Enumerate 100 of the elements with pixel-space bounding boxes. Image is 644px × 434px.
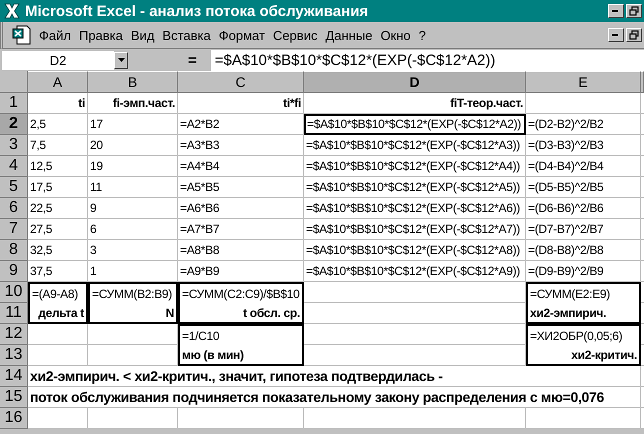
table-cell[interactable]: =A8*B8 <box>178 240 304 261</box>
table-cell[interactable] <box>28 408 88 429</box>
table-cell[interactable] <box>304 345 526 366</box>
menu-item[interactable]: Окно <box>380 28 411 42</box>
table-cell[interactable]: =$A$10*$B$10*$C$12*(EXP(-$C$12*A2)) <box>304 114 526 135</box>
table-cell[interactable]: 3 <box>88 240 178 261</box>
document-icon[interactable] <box>11 24 33 46</box>
column-header[interactable]: B <box>88 71 178 93</box>
table-cell[interactable] <box>178 408 304 429</box>
table-cell[interactable]: =СУММ(E2:E9) <box>526 282 641 303</box>
table-cell[interactable]: хи2-эмпирич. < хи2-критич., значит, гипотеза подтвердилась - <box>28 366 641 387</box>
table-cell[interactable] <box>88 324 178 345</box>
row-header[interactable]: 1 <box>0 93 28 114</box>
row-header[interactable]: 7 <box>0 219 28 240</box>
table-cell[interactable]: =1/C10 <box>178 324 304 345</box>
table-cell[interactable]: ti <box>28 93 88 114</box>
table-cell[interactable]: =$A$10*$B$10*$C$12*(EXP(-$C$12*A3)) <box>304 135 526 156</box>
table-cell[interactable] <box>304 324 526 345</box>
table-cell[interactable]: 12,5 <box>28 156 88 177</box>
row-header[interactable]: 11 <box>0 303 28 324</box>
table-cell[interactable]: ti*fi <box>178 93 304 114</box>
table-cell[interactable] <box>526 93 641 114</box>
table-cell[interactable]: t обсл. ср. <box>178 303 304 324</box>
table-cell[interactable]: дельта t <box>28 303 88 324</box>
menu-item[interactable]: Сервис <box>272 28 318 42</box>
table-cell[interactable]: 11 <box>88 177 178 198</box>
row-header[interactable]: 5 <box>0 177 28 198</box>
table-cell[interactable]: 7,5 <box>28 135 88 156</box>
table-cell[interactable]: =СУММ(B2:B9) <box>88 282 178 303</box>
restore-button[interactable] <box>626 4 642 18</box>
table-cell[interactable]: 9 <box>88 198 178 219</box>
table-cell[interactable]: 22,5 <box>28 198 88 219</box>
menu-item[interactable]: Данные <box>325 28 372 42</box>
table-cell[interactable]: N <box>88 303 178 324</box>
row-header[interactable]: 10 <box>0 282 28 303</box>
menu-item[interactable]: Файл <box>39 28 71 42</box>
table-cell[interactable]: 2,5 <box>28 114 88 135</box>
table-cell[interactable]: =$A$10*$B$10*$C$12*(EXP(-$C$12*A6)) <box>304 198 526 219</box>
table-cell[interactable]: =(D4-B4)^2/B4 <box>526 156 641 177</box>
table-cell[interactable] <box>304 282 526 303</box>
column-header[interactable]: D <box>304 71 526 93</box>
table-cell[interactable]: =СУММ(C2:C9)/$B$10 <box>178 282 304 303</box>
minimize-button[interactable] <box>608 4 624 18</box>
table-cell[interactable]: =A9*B9 <box>178 261 304 282</box>
table-cell[interactable]: =(D6-B6)^2/B6 <box>526 198 641 219</box>
restore-button[interactable] <box>626 28 642 42</box>
table-cell[interactable]: 17 <box>88 114 178 135</box>
column-header[interactable]: C <box>178 71 304 93</box>
row-header[interactable]: 12 <box>0 324 28 345</box>
row-header[interactable]: 14 <box>0 366 28 387</box>
table-cell[interactable]: =(D8-B8)^2/B8 <box>526 240 641 261</box>
table-cell[interactable]: fiT-теор.част. <box>304 93 526 114</box>
row-header[interactable]: 9 <box>0 261 28 282</box>
table-cell[interactable] <box>28 345 88 366</box>
table-cell[interactable]: =$A$10*$B$10*$C$12*(EXP(-$C$12*A7)) <box>304 219 526 240</box>
table-cell[interactable]: fi-эмп.част. <box>88 93 178 114</box>
table-cell[interactable] <box>88 408 178 429</box>
table-cell[interactable]: хи2-эмпирич. <box>526 303 641 324</box>
row-header[interactable]: 2 <box>0 114 28 135</box>
table-cell[interactable]: =$A$10*$B$10*$C$12*(EXP(-$C$12*A8)) <box>304 240 526 261</box>
table-cell[interactable]: =$A$10*$B$10*$C$12*(EXP(-$C$12*A9)) <box>304 261 526 282</box>
table-cell[interactable]: =ХИ2ОБР(0,05;6) <box>526 324 641 345</box>
table-cell[interactable]: =(D5-B5)^2/B5 <box>526 177 641 198</box>
dropdown-button[interactable] <box>114 52 128 68</box>
table-cell[interactable]: =(D9-B9)^2/B9 <box>526 261 641 282</box>
table-cell[interactable]: =A7*B7 <box>178 219 304 240</box>
table-cell[interactable]: хи2-критич. <box>526 345 641 366</box>
row-header[interactable]: 3 <box>0 135 28 156</box>
table-cell[interactable] <box>304 303 526 324</box>
table-cell[interactable]: 6 <box>88 219 178 240</box>
menu-item[interactable]: Вид <box>130 28 154 42</box>
table-cell[interactable]: 1 <box>88 261 178 282</box>
column-header[interactable]: E <box>526 71 641 93</box>
name-box[interactable]: D2 <box>2 50 114 70</box>
table-cell[interactable]: =A5*B5 <box>178 177 304 198</box>
table-cell[interactable]: =A4*B4 <box>178 156 304 177</box>
table-cell[interactable]: 20 <box>88 135 178 156</box>
table-cell[interactable] <box>526 408 641 429</box>
table-cell[interactable]: =(A9-A8) <box>28 282 88 303</box>
formula-input[interactable]: =$A$10*$B$10*$C$12*(EXP(-$C$12*A2)) <box>210 50 644 70</box>
table-cell[interactable]: поток обслуживания подчиняется показательному закону распределения с мю=0,076 <box>28 387 641 408</box>
table-cell[interactable] <box>28 324 88 345</box>
menu-item[interactable]: Вставка <box>162 28 211 42</box>
menu-item[interactable]: Формат <box>218 28 265 42</box>
table-cell[interactable]: =A6*B6 <box>178 198 304 219</box>
table-cell[interactable]: 37,5 <box>28 261 88 282</box>
table-cell[interactable]: =A2*B2 <box>178 114 304 135</box>
menu-item[interactable]: ? <box>418 28 426 42</box>
column-header[interactable] <box>641 71 644 93</box>
table-cell[interactable] <box>88 345 178 366</box>
row-header[interactable]: 15 <box>0 387 28 408</box>
row-header[interactable]: 8 <box>0 240 28 261</box>
table-cell[interactable]: =(D2-B2)^2/B2 <box>526 114 641 135</box>
row-header[interactable]: 4 <box>0 156 28 177</box>
table-cell[interactable]: =(D7-B7)^2/B7 <box>526 219 641 240</box>
menu-item[interactable]: Правка <box>78 28 123 42</box>
row-header[interactable]: 16 <box>0 408 28 429</box>
table-cell[interactable]: =(D3-B3)^2/B3 <box>526 135 641 156</box>
table-cell[interactable]: 27,5 <box>28 219 88 240</box>
table-cell[interactable]: 17,5 <box>28 177 88 198</box>
